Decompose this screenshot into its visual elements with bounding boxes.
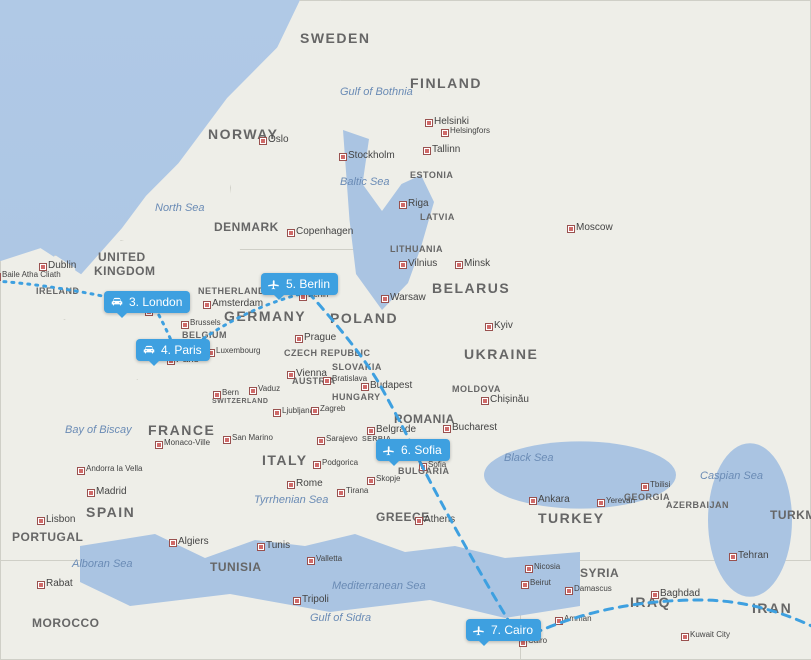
waypoint-label: 7. Cairo [491,623,533,637]
car-icon [110,295,124,309]
plane-icon [267,277,281,291]
waypoint-7-cairo[interactable]: 7. Cairo [466,619,541,641]
waypoint-label: 3. London [129,295,182,309]
waypoint-label: 6. Sofia [401,443,442,457]
waypoint-5-berlin[interactable]: 5. Berlin [261,273,338,295]
waypoint-3-london[interactable]: 3. London [104,291,190,313]
waypoint-label: 5. Berlin [286,277,330,291]
waypoint-4-paris[interactable]: 4. Paris [136,339,210,361]
map-canvas[interactable]: Gulf of Bothnia Baltic Sea North Sea Bay… [0,0,811,653]
car-icon [142,343,156,357]
plane-icon [382,443,396,457]
plane-icon [472,623,486,637]
waypoint-6-sofia[interactable]: 6. Sofia [376,439,450,461]
waypoint-label: 4. Paris [161,343,202,357]
